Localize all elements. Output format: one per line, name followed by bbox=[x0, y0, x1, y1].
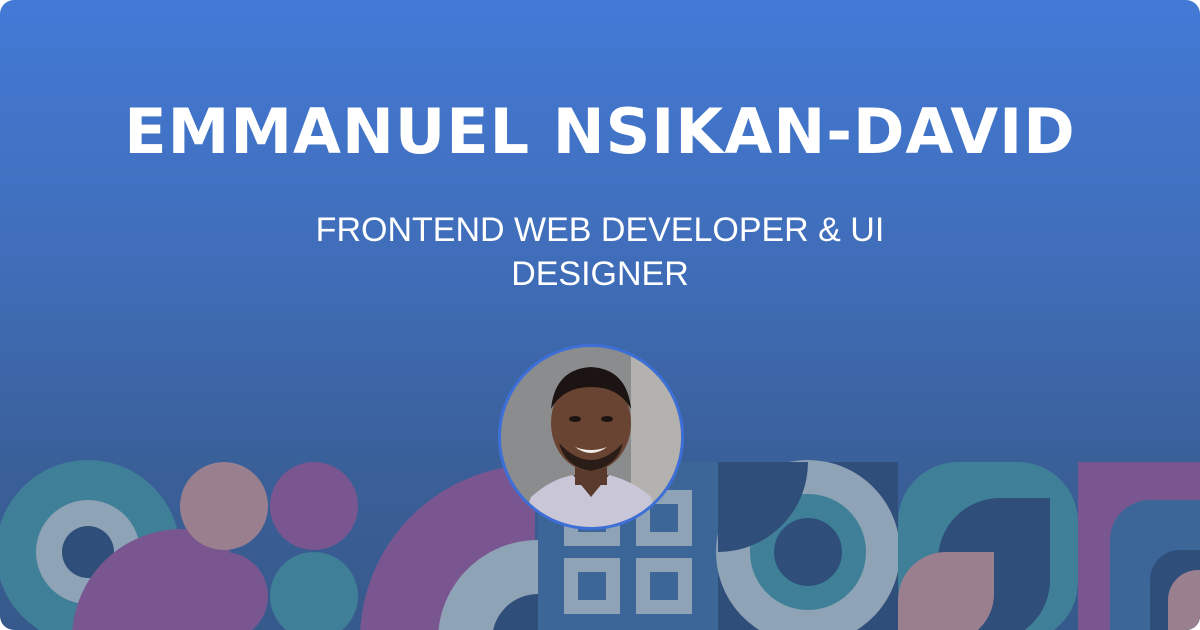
purple-dot-shape bbox=[270, 462, 358, 550]
teal-dot-shape bbox=[270, 552, 358, 630]
profile-role: FRONTEND WEB DEVELOPER & UI DESIGNER bbox=[315, 211, 885, 293]
mauve-dot-shape bbox=[180, 462, 268, 550]
profile-name: EMMANUEL NSIKAN-DAVID bbox=[124, 95, 1076, 168]
avatar-portrait-icon bbox=[498, 344, 684, 530]
og-card: EMMANUEL NSIKAN-DAVID FRONTEND WEB DEVEL… bbox=[0, 0, 1200, 630]
